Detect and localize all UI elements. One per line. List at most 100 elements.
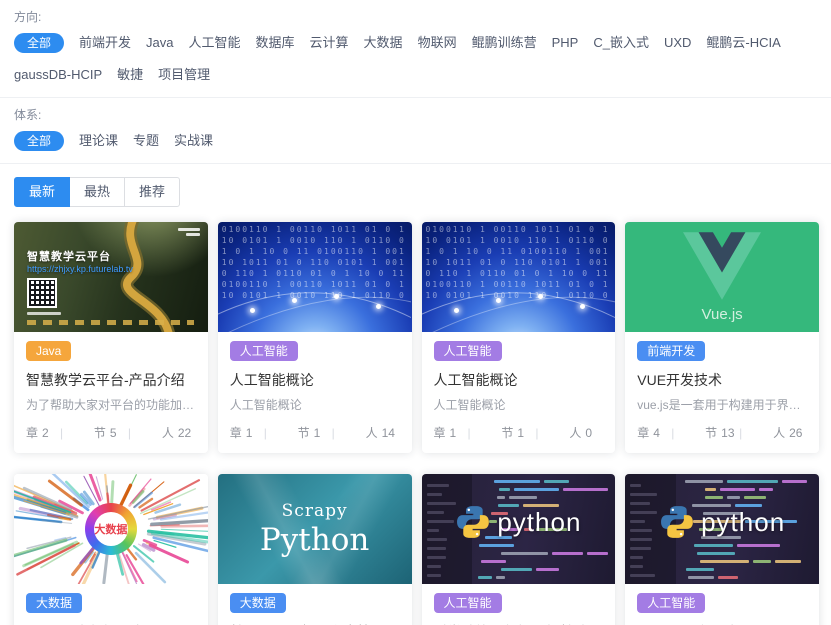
stat-divider: | (60, 426, 94, 440)
course-thumbnail[interactable]: 智慧教学云平台 https://zhjxy.kp.futurelab.tv (14, 222, 208, 332)
direction-filter-item[interactable]: Java (146, 33, 173, 53)
python-wordmark: python (497, 507, 581, 538)
course-card[interactable]: 大数据 大数据 Hadoop大数据开发 Hadoop大数据开发介绍 章8 | 节… (14, 474, 208, 625)
thumb-platform-link: https://zhjxy.kp.futurelab.tv (27, 264, 133, 274)
course-desc: 人工智能概论 (434, 396, 604, 413)
node-dot (376, 304, 381, 309)
thumb-platform-title: 智慧教学云平台 (27, 248, 111, 264)
direction-filter-item[interactable]: 鲲鹏云-HCIA (706, 33, 780, 53)
course-card[interactable]: Vue.js 前端开发 VUE开发技术 vue.js是一套用于构建用于界面的..… (625, 222, 819, 453)
course-tag: 前端开发 (637, 341, 705, 361)
course-card-body: Java 智慧教学云平台-产品介绍 为了帮助大家对平台的功能加深理... 章2 … (14, 332, 208, 453)
node-dot (292, 298, 297, 303)
course-card[interactable]: 0100110 1 00110 1011 01 0 110 0101 1 001… (218, 222, 412, 453)
direction-filter-item[interactable]: 项目管理 (158, 65, 210, 85)
course-thumbnail[interactable]: python (422, 474, 616, 584)
course-card-body: 人工智能 人工智能概论 人工智能概论 章1 | 节1 | 人14 (218, 332, 412, 453)
course-tag: 人工智能 (637, 593, 705, 613)
direction-filter-item[interactable]: UXD (664, 33, 691, 53)
people-count: 人14 (366, 424, 400, 441)
python-brand: python (659, 504, 785, 540)
course-title[interactable]: VUE开发技术 (637, 370, 807, 390)
node-dot (334, 294, 339, 299)
direction-filter-item[interactable]: 物联网 (418, 33, 457, 53)
course-stats: 章1 | 节1 | 人0 (434, 424, 604, 441)
section-count: 节13 (705, 424, 739, 441)
stat-divider: | (332, 426, 366, 440)
course-stats: 章4 | 节13 | 人26 (637, 424, 807, 441)
stat-divider: | (535, 426, 569, 440)
python-logo-icon (659, 504, 695, 540)
course-card-body: 大数据 Hadoop大数据开发 Hadoop大数据开发介绍 章8 | 节34 |… (14, 584, 208, 625)
course-thumbnail[interactable]: Vue.js (625, 222, 819, 332)
python-logo-icon (455, 504, 491, 540)
globe-arcs-decor (422, 222, 616, 332)
chapter-count: 章1 (434, 424, 468, 441)
python-wordmark: python (701, 507, 785, 538)
course-card-body: 前端开发 VUE开发技术 vue.js是一套用于构建用于界面的... 章4 | … (625, 332, 819, 453)
people-count: 人0 (569, 424, 603, 441)
course-catalog-page: 方向: 全部 前端开发 Java 人工智能 数据库 云计算 大数据 物联网 鲲鹏… (0, 0, 831, 625)
vue-wordmark: Vue.js (702, 306, 743, 323)
direction-filter-item-all[interactable]: 全部 (14, 33, 64, 53)
course-card[interactable]: Scrapy Python 大数据 基于Scrapy框架爬虫快速开发(... 本… (218, 474, 412, 625)
stat-divider: | (671, 426, 705, 440)
direction-filter-item[interactable]: C_嵌入式 (593, 33, 649, 53)
system-filter-item[interactable]: 实战课 (174, 131, 213, 151)
course-card-body: 人工智能 Python程序设计 全面掌握Python编程语言的基本语... 章9… (625, 584, 819, 625)
sort-tab-newest[interactable]: 最新 (14, 177, 70, 207)
vue-logo-icon (683, 232, 761, 300)
course-card-body: 人工智能 人工智能概论 人工智能概论 章1 | 节1 | 人0 (422, 332, 616, 453)
course-thumbnail[interactable]: Scrapy Python (218, 474, 412, 584)
course-card[interactable]: 0100110 1 00110 1011 01 0 110 0101 1 001… (422, 222, 616, 453)
course-desc: 人工智能概论 (230, 396, 400, 413)
course-tag: 人工智能 (230, 341, 298, 361)
course-title[interactable]: 人工智能概论 (230, 370, 400, 390)
system-filter-item-all[interactable]: 全部 (14, 131, 64, 151)
course-card[interactable]: python 人工智能 Python程序设计 全面掌握Python编程语言的基本… (625, 474, 819, 625)
system-filter-item[interactable]: 专题 (133, 131, 159, 151)
course-card[interactable]: 智慧教学云平台 https://zhjxy.kp.futurelab.tv Ja… (14, 222, 208, 453)
direction-filter-item[interactable]: 人工智能 (189, 33, 241, 53)
direction-filter-label: 方向: (14, 8, 817, 25)
course-title[interactable]: 人工智能概论 (434, 370, 604, 390)
river-illustration (14, 222, 208, 332)
stat-divider: | (128, 426, 162, 440)
course-tag: 大数据 (230, 593, 286, 613)
scrapy-wordmark: Scrapy (282, 501, 348, 521)
direction-filter-item[interactable]: PHP (552, 33, 579, 53)
direction-filter-item[interactable]: 数据库 (256, 33, 295, 53)
course-title[interactable]: 智慧教学云平台-产品介绍 (26, 370, 196, 390)
sort-tab-hottest[interactable]: 最热 (69, 177, 125, 207)
system-filter-item[interactable]: 理论课 (79, 131, 118, 151)
direction-filter-item[interactable]: 鲲鹏训练营 (472, 33, 537, 53)
course-thumbnail[interactable]: python (625, 474, 819, 584)
sort-tab-recommended[interactable]: 推荐 (124, 177, 180, 207)
python-wordmark: Python (260, 522, 369, 558)
direction-filter-item[interactable]: 大数据 (364, 33, 403, 53)
course-thumbnail[interactable]: 0100110 1 00110 1011 01 0 110 0101 1 001… (218, 222, 412, 332)
course-tag: 人工智能 (434, 341, 502, 361)
globe-arcs-decor (218, 222, 412, 332)
direction-filter-item[interactable]: 敏捷 (117, 65, 143, 85)
direction-filter-item[interactable]: 云计算 (310, 33, 349, 53)
course-card-body: 人工智能 科学计算与数据分析基础(Pyth... 本课程介绍NumPy入门和数据… (422, 584, 616, 625)
python-brand: python (455, 504, 581, 540)
course-card[interactable]: python 人工智能 科学计算与数据分析基础(Pyth... 本课程介绍Num… (422, 474, 616, 625)
thumb-gold-text-row (27, 320, 194, 325)
system-filter-section: 体系: 全部 理论课 专题 实战课 (0, 98, 831, 164)
system-filter-label: 体系: (14, 106, 817, 123)
node-dot (538, 294, 543, 299)
sort-tab-group: 最新 最热 推荐 (14, 177, 180, 207)
direction-filter-item[interactable]: gaussDB-HCIP (14, 65, 102, 85)
course-thumbnail[interactable]: 0100110 1 00110 1011 01 0 110 0101 1 001… (422, 222, 616, 332)
qr-code (27, 278, 57, 308)
stat-divider: | (739, 426, 773, 440)
section-count: 节1 (501, 424, 535, 441)
section-count: 节5 (94, 424, 128, 441)
course-thumbnail[interactable]: 大数据 (14, 474, 208, 584)
system-filter-row: 全部 理论课 专题 实战课 (14, 131, 817, 151)
people-count: 人26 (773, 424, 807, 441)
course-desc: vue.js是一套用于构建用于界面的... (637, 396, 807, 413)
direction-filter-item[interactable]: 前端开发 (79, 33, 131, 53)
